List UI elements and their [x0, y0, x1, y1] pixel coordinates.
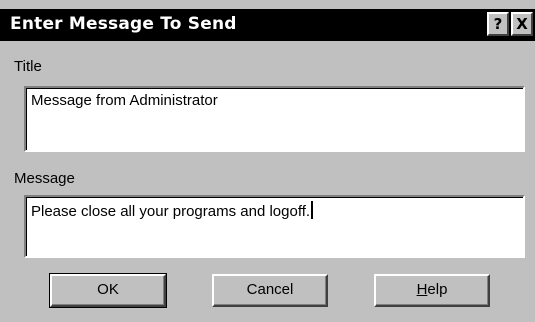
title-bar[interactable]: Enter Message To Send ? X [0, 9, 535, 41]
message-dialog: Enter Message To Send ? X Title Message … [0, 0, 535, 322]
message-input-value: Please close all your programs and logof… [31, 203, 311, 220]
title-input-value: Message from Administrator [31, 92, 218, 109]
message-input[interactable]: Please close all your programs and logof… [24, 195, 525, 258]
help-button[interactable]: Help [374, 274, 490, 307]
dialog-title: Enter Message To Send [10, 14, 237, 34]
text-caret [311, 201, 314, 219]
ok-button-label: OK [97, 281, 119, 298]
cancel-button-label: Cancel [246, 281, 294, 298]
help-question-icon[interactable]: ? [487, 12, 509, 36]
help-button-mnemonic: H [416, 281, 428, 298]
ok-button[interactable]: OK [49, 273, 167, 308]
title-label: Title [14, 58, 42, 75]
cancel-button[interactable]: Cancel [212, 274, 328, 307]
help-button-label-rest: elp [427, 281, 448, 298]
close-icon[interactable]: X [511, 12, 533, 36]
title-input[interactable]: Message from Administrator [24, 86, 525, 152]
message-label: Message [14, 170, 75, 187]
